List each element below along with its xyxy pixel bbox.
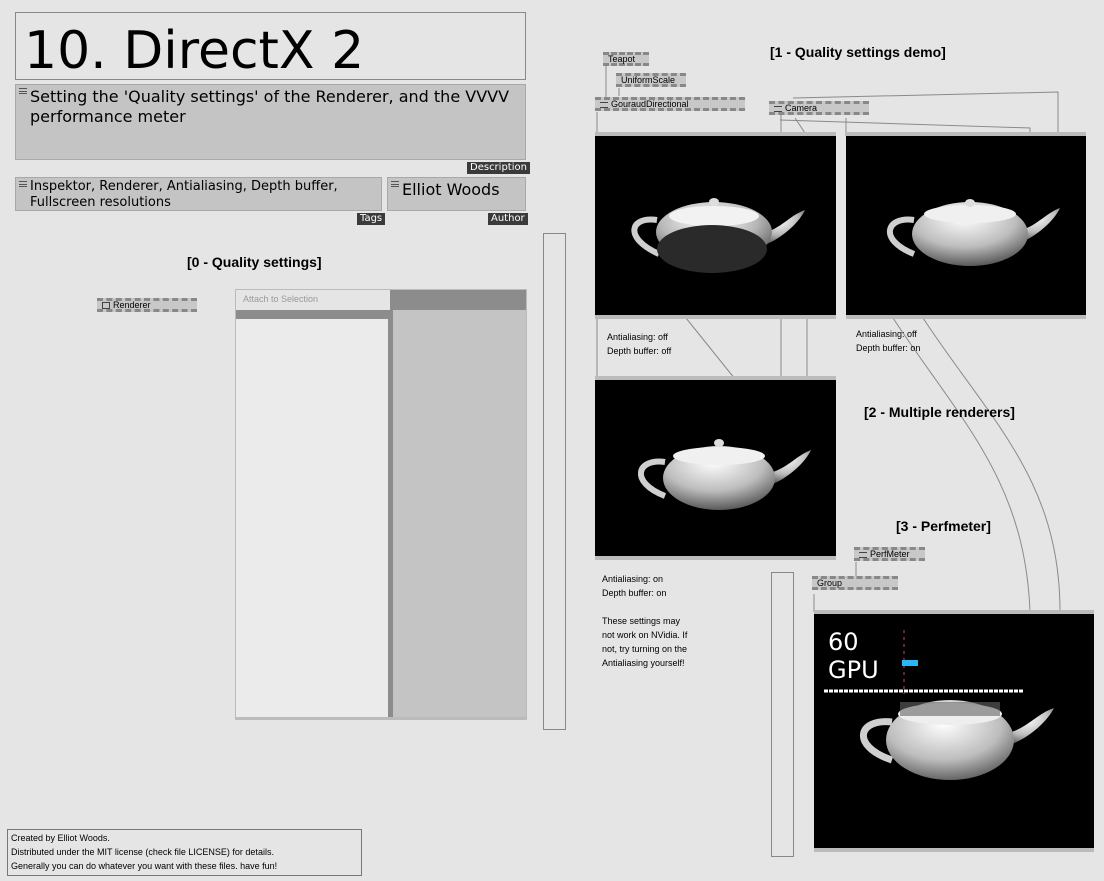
inspector-header-bar [390, 290, 526, 310]
renderer-3-view[interactable] [595, 376, 836, 560]
patch-title-box: 10. DirectX 2 [15, 12, 526, 80]
author-label: Author [488, 213, 528, 225]
section-demo-header: [1 - Quality settings demo] [770, 44, 946, 60]
gpu-label: GPU [828, 656, 879, 684]
teapot-render-aa-off-depth-on [887, 199, 1060, 266]
description-iobox[interactable]: Setting the 'Quality settings' of the Re… [15, 84, 526, 160]
credit-line: Distributed under the MIT license (check… [11, 847, 274, 857]
credit-line: Generally you can do whatever you want w… [11, 861, 278, 871]
window-icon [102, 302, 110, 310]
attach-placeholder: Attach to Selection [243, 294, 319, 304]
credit-line: Created by Elliot Woods. [11, 833, 110, 843]
camera-node-label: Camera [785, 103, 818, 113]
teapot-render-aa-off-depth-off [631, 198, 805, 273]
inspector-column-header [236, 310, 390, 319]
vertical-separator-bar [543, 233, 566, 730]
inspector-value-list[interactable] [393, 310, 526, 717]
author-text: Elliot Woods [402, 180, 500, 199]
node-icon [859, 551, 867, 558]
section-quality-header: [0 - Quality settings] [187, 254, 322, 270]
camera-node[interactable]: Camera [769, 101, 869, 115]
page-title: 10. DirectX 2 [24, 21, 365, 81]
description-text: Setting the 'Quality settings' of the Re… [30, 87, 510, 126]
teapot-node[interactable]: Teapot [603, 52, 649, 66]
tags-text: Inspektor, Renderer, Antialiasing, Depth… [30, 179, 338, 210]
gpu-bar [902, 660, 918, 666]
attach-to-selection-field[interactable]: Attach to Selection [236, 290, 390, 310]
inspektor-panel[interactable]: Attach to Selection [235, 289, 527, 720]
node-icon [600, 101, 608, 108]
teapot-node-label: Teapot [608, 54, 636, 64]
uniformscale-node[interactable]: UniformScale [616, 73, 686, 87]
perfmeter-node-label: PerfMeter [870, 549, 910, 559]
description-label: Description [467, 162, 530, 174]
vertical-separator-bar [771, 572, 794, 857]
renderer-4-view[interactable]: 60 GPU [814, 610, 1094, 852]
perfmeter-node[interactable]: PerfMeter [854, 547, 925, 561]
section-multi-header: [2 - Multiple renderers] [864, 404, 1015, 420]
renderer-3-note: Antialiasing: on Depth buffer: on These … [602, 574, 688, 668]
section-perf-header: [3 - Perfmeter] [896, 518, 991, 534]
renderer-2-view[interactable] [846, 132, 1086, 319]
renderer-node-label: Renderer [113, 300, 151, 310]
renderer-node-window[interactable]: Renderer [97, 298, 197, 312]
renderer-2-note: Antialiasing: off Depth buffer: on [856, 329, 921, 353]
renderer-1-view[interactable] [595, 132, 836, 319]
uniformscale-node-label: UniformScale [621, 75, 676, 85]
renderer-1-note: Antialiasing: off Depth buffer: off [607, 332, 672, 356]
credits-box: Created by Elliot Woods. Distributed und… [7, 829, 362, 876]
fps-readout: 60 [828, 628, 859, 656]
author-iobox[interactable]: Elliot Woods [387, 177, 526, 211]
tags-label: Tags [357, 213, 386, 225]
group-node[interactable]: Group [812, 576, 898, 590]
teapot-render-aa-on-depth-on [638, 439, 811, 510]
gouraud-node-label: GouraudDirectional [611, 99, 689, 109]
iobox-icon [19, 88, 27, 94]
tags-iobox[interactable]: Inspektor, Renderer, Antialiasing, Depth… [15, 177, 382, 211]
iobox-icon [19, 181, 27, 187]
group-node-label: Group [817, 578, 843, 588]
inspector-pin-list[interactable] [236, 319, 388, 717]
gouraud-node[interactable]: GouraudDirectional [595, 97, 745, 111]
iobox-icon [391, 181, 399, 187]
node-icon [774, 105, 782, 112]
